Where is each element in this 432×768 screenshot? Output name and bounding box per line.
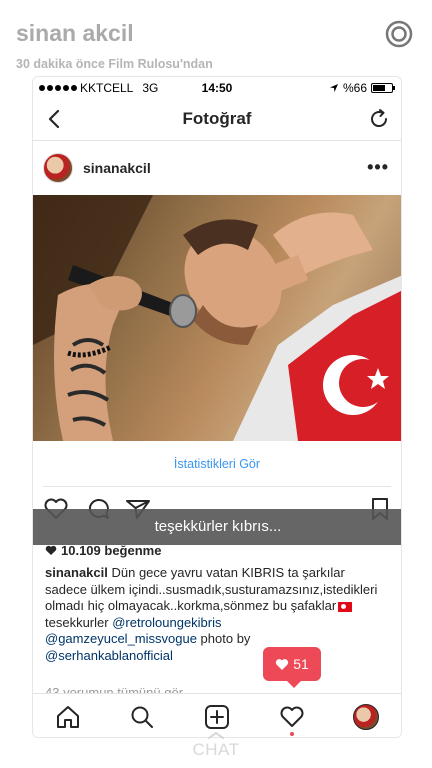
- caption-thanks: tesekkurler: [45, 614, 113, 630]
- divider: [43, 486, 391, 487]
- add-icon[interactable]: [204, 704, 230, 730]
- likes-count[interactable]: 10.109 beğenme: [45, 543, 161, 558]
- chevron-up-icon: [208, 731, 224, 739]
- story-caption-overlay: teşekkürler kıbrıs...: [33, 509, 401, 545]
- heart-icon: [276, 658, 289, 670]
- battery-icon: [371, 83, 395, 93]
- post-username[interactable]: sinanakcil: [83, 160, 151, 176]
- page-title: Fotoğraf: [182, 109, 252, 128]
- location-arrow-icon: [329, 84, 338, 92]
- post-photo[interactable]: [33, 195, 401, 441]
- avatar[interactable]: [43, 153, 73, 183]
- search-icon[interactable]: [129, 704, 155, 730]
- post-caption: sinanakcil Dün gece yavru vatan KIBRIS t…: [45, 565, 385, 664]
- activity-indicator-dot: [290, 732, 294, 736]
- activity-heart-icon[interactable]: [279, 704, 305, 730]
- story-subtitle: 30 dakika önce Film Rulosu'ndan: [16, 57, 213, 71]
- mention-link[interactable]: @retroloungekibris: [112, 615, 221, 630]
- battery-percent: %66: [342, 81, 367, 95]
- story-caption-text: teşekkürler kıbrıs...: [154, 518, 282, 535]
- circle-ring-icon[interactable]: [385, 20, 413, 48]
- heart-small-icon: [45, 545, 57, 555]
- view-statistics-link[interactable]: İstatistikleri Gör: [174, 457, 260, 471]
- story-username[interactable]: sinan akcil: [16, 20, 134, 47]
- notification-bubble[interactable]: 51: [263, 647, 321, 688]
- likes-label: 10.109 beğenme: [61, 543, 162, 558]
- status-bar: KKTCELL 3G 14:50 %66: [33, 77, 401, 99]
- caption-username[interactable]: sinanakcil: [45, 565, 108, 580]
- home-icon[interactable]: [55, 704, 81, 730]
- top-navigation-bar: Fotoğraf: [33, 99, 401, 141]
- caption-photo-by: photo by: [196, 631, 251, 646]
- statistics-row: İstatistikleri Gör: [33, 441, 401, 487]
- chat-button[interactable]: CHAT: [0, 740, 432, 760]
- notification-count: 51: [293, 656, 309, 672]
- profile-tab-avatar[interactable]: [353, 704, 379, 730]
- phone-screenshot: KKTCELL 3G 14:50 %66 Fotoğraf sinanakcil…: [32, 76, 402, 738]
- mention-link[interactable]: @serhankablanofficial: [45, 648, 173, 663]
- turkey-flag-icon: [338, 601, 353, 612]
- photo-illustration: [33, 195, 401, 441]
- more-options-button[interactable]: •••: [367, 157, 389, 178]
- story-header: sinan akcil 30 dakika önce Film Rulosu'n…: [0, 0, 432, 75]
- post-header: sinanakcil •••: [33, 141, 401, 195]
- mention-link[interactable]: @gamzeyucel_missvogue: [45, 631, 197, 646]
- refresh-icon[interactable]: [367, 107, 391, 131]
